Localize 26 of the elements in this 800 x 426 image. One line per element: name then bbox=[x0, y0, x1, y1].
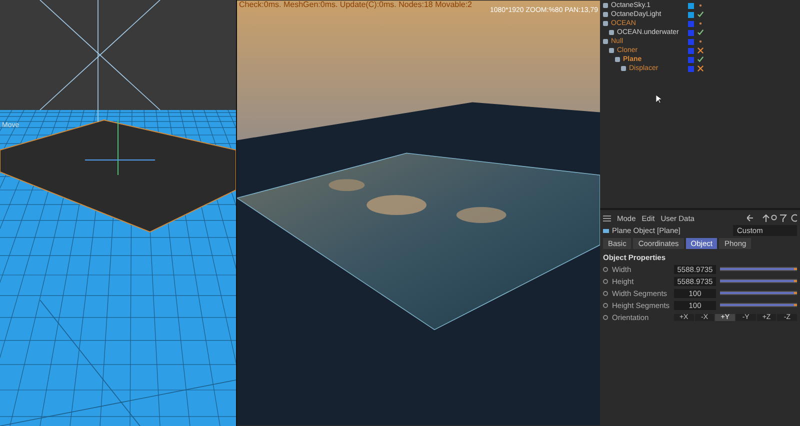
layer-swatch-icon bbox=[688, 66, 694, 72]
dot-icon[interactable] bbox=[697, 38, 704, 45]
mouse-cursor-icon bbox=[656, 95, 662, 104]
render-stats: Check:0ms. MeshGen:0ms. Update(C):0ms. Nodes:18 Movable:2 bbox=[239, 0, 472, 9]
menu-icon[interactable] bbox=[603, 214, 611, 222]
cross-icon[interactable] bbox=[697, 47, 704, 54]
animation-dot-icon[interactable] bbox=[603, 266, 608, 272]
layer-swatch-icon bbox=[688, 38, 694, 44]
dot-icon[interactable] bbox=[697, 2, 704, 9]
layer-swatch-icon bbox=[688, 48, 694, 54]
animation-dot-icon[interactable] bbox=[603, 302, 608, 308]
layer-swatch-icon bbox=[688, 56, 694, 62]
plane-object-icon bbox=[603, 228, 609, 232]
layer-swatch-icon bbox=[688, 20, 694, 26]
layer-swatch-icon bbox=[688, 2, 694, 8]
check-icon[interactable] bbox=[697, 56, 704, 63]
layer-swatch-icon bbox=[688, 30, 694, 36]
check-icon[interactable] bbox=[697, 11, 704, 18]
animation-dot-icon[interactable] bbox=[603, 314, 608, 320]
check-icon[interactable] bbox=[697, 29, 704, 36]
toolbar-icons-drawing[interactable] bbox=[747, 214, 797, 222]
dot-icon[interactable] bbox=[697, 20, 704, 27]
layer-swatch-icon bbox=[688, 12, 694, 18]
animation-dot-icon[interactable] bbox=[603, 278, 608, 284]
animation-dot-icon[interactable] bbox=[603, 290, 608, 296]
cross-icon[interactable] bbox=[697, 65, 704, 72]
